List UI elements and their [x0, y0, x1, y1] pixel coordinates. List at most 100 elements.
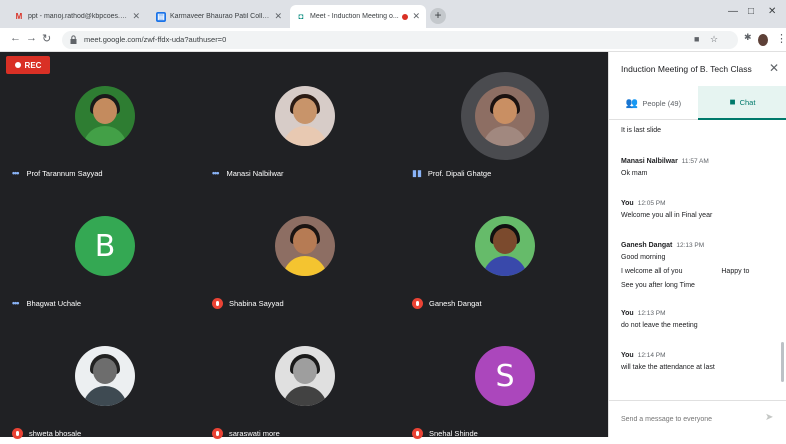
participant-name-row: Shabina Sayyad — [212, 298, 284, 309]
participant-tile[interactable]: ••• Prof Tarannum Sayyad — [4, 56, 206, 184]
recording-indicator-icon — [402, 13, 409, 20]
chat-message-text: will take the attendance at last — [621, 364, 715, 371]
tab-chat[interactable]: ■ Chat — [698, 86, 786, 120]
menu-icon[interactable]: ⋮ — [776, 32, 786, 45]
participant-name-row: shweta bhosale — [12, 428, 81, 439]
participant-avatar — [275, 346, 335, 406]
participant-tile[interactable]: B ••• Bhagwat Uchale — [4, 186, 206, 314]
participant-name-row: Ganesh Dangat — [412, 298, 482, 309]
tab-label: Meet - Induction Meeting o... — [310, 13, 399, 20]
chat-message: Ganesh Dangat 12:13 PM Good morning I welco… — [621, 242, 771, 291]
chat-sender: Ganesh Dangat — [621, 242, 673, 249]
participant-name: Ganesh Dangat — [429, 299, 482, 308]
avatar-body — [483, 126, 527, 146]
tab-gmail[interactable]: M ppt - manoj.rathod@kbpcoes.e... ✕ — [8, 5, 146, 28]
chat-message-text: do not leave the meeting — [621, 322, 698, 329]
participant-name: Prof Tarannum Sayyad — [26, 168, 103, 178]
avatar-body — [83, 126, 127, 146]
tab-college[interactable]: ▤ Karmaveer Bhaurao Patil College... ✕ — [150, 5, 288, 28]
participant-avatar — [75, 86, 135, 146]
chat-message-header: You 12:14 PM — [621, 352, 771, 359]
chat-message: It is last slide — [621, 126, 771, 136]
close-tab-icon[interactable]: ✕ — [274, 11, 282, 22]
meeting-title: Induction Meeting of B. Tech Class — [621, 64, 752, 74]
avatar-face — [493, 228, 517, 254]
address-bar[interactable]: meet.google.com/zwf-ffdx-uda?authuser=0 … — [62, 31, 738, 49]
participant-tile[interactable]: shweta bhosale — [4, 316, 206, 444]
participant-avatar — [275, 216, 335, 276]
camera-icon[interactable]: ■ — [694, 34, 699, 44]
chat-message-text: It is last slide — [621, 127, 662, 134]
close-tab-icon[interactable]: ✕ — [132, 11, 140, 22]
chat-message-header: You 12:13 PM — [621, 310, 771, 317]
people-tab-label: People (49) — [642, 98, 682, 108]
participant-tile[interactable]: Ganesh Dangat — [404, 186, 606, 314]
mic-off-icon — [412, 298, 423, 309]
participant-name-row: ••• Manasi Nalbilwar — [212, 168, 284, 178]
tab-label: ppt - manoj.rathod@kbpcoes.e... — [28, 13, 129, 20]
bookmark-star-icon[interactable]: ☆ — [710, 34, 718, 45]
participant-name: Prof. Dipali Ghatge — [427, 169, 492, 178]
url-text: meet.google.com/zwf-ffdx-uda?authuser=0 — [84, 35, 227, 44]
chat-tab-label: Chat — [739, 97, 756, 107]
chat-icon: ■ — [729, 96, 736, 108]
chat-message-text: I welcome all of you Happy to — [621, 268, 750, 275]
chat-message-header: You 12:05 PM — [621, 200, 771, 207]
participant-name-row: Snehal Shinde — [412, 428, 478, 439]
participant-tile[interactable]: ••• Manasi Nalbilwar — [204, 56, 406, 184]
audio-level-icon: ••• — [212, 168, 220, 178]
avatar-body — [283, 126, 327, 146]
college-site-icon: ▤ — [156, 11, 166, 22]
participant-name: Shabina Sayyad — [229, 299, 284, 308]
meeting-details-panel: Induction Meeting of B. Tech Class ✕ 👥 P… — [608, 52, 786, 437]
close-window-button[interactable]: ✕ — [768, 6, 776, 17]
close-panel-button[interactable]: ✕ — [769, 61, 779, 75]
extensions-icon[interactable]: ✱ — [744, 32, 752, 43]
avatar-face — [293, 358, 317, 384]
forward-icon[interactable]: → — [26, 32, 37, 44]
chat-timestamp: 12:14 PM — [637, 352, 666, 359]
profile-avatar[interactable] — [758, 34, 768, 46]
participant-tile[interactable]: Shabina Sayyad — [204, 186, 406, 314]
participant-avatar — [275, 86, 335, 146]
chat-compose-bar: ➤ — [609, 400, 786, 437]
avatar-body — [283, 256, 327, 276]
mic-off-icon — [212, 428, 223, 439]
avatar-face — [293, 228, 317, 254]
tab-meet[interactable]: ◘ Meet - Induction Meeting o... ✕ — [290, 5, 426, 28]
chat-message-header: Ganesh Dangat 12:13 PM — [621, 242, 771, 249]
chat-message-header: Manasi Nalbilwar 11:57 AM — [621, 158, 771, 165]
participant-name-row: ▮▮ Prof. Dipali Ghatge — [412, 168, 491, 179]
maximize-button[interactable]: □ — [748, 6, 754, 17]
browser-tab-bar: M ppt - manoj.rathod@kbpcoes.e... ✕ ▤ Ka… — [0, 0, 786, 28]
chat-sender: Manasi Nalbilwar — [621, 158, 678, 165]
participant-avatar — [75, 346, 135, 406]
avatar-face — [493, 98, 517, 124]
chat-message-text: Welcome you all in Final year — [621, 212, 713, 219]
participant-tile[interactable]: ▮▮ Prof. Dipali Ghatge — [404, 56, 606, 184]
chat-message-text: Good morning — [621, 254, 666, 261]
avatar-face — [293, 98, 317, 124]
participant-tile[interactable]: saraswati more — [204, 316, 406, 444]
reload-icon[interactable]: ↻ — [42, 32, 51, 45]
chat-message-input[interactable] — [621, 410, 761, 428]
meet-icon: ◘ — [298, 12, 304, 21]
lock-icon — [70, 35, 77, 44]
chat-timestamp: 12:13 PM — [637, 310, 666, 317]
chat-timestamp: 12:05 PM — [637, 200, 666, 207]
participant-tile[interactable]: S Snehal Shinde — [404, 316, 606, 444]
close-tab-icon[interactable]: ✕ — [412, 11, 420, 22]
audio-level-icon: ••• — [12, 168, 20, 178]
send-icon[interactable]: ➤ — [765, 412, 773, 423]
new-tab-button[interactable]: + — [430, 8, 446, 24]
chat-scrollbar[interactable] — [781, 342, 784, 382]
minimize-button[interactable]: — — [728, 6, 738, 17]
chat-sender: You — [621, 310, 634, 317]
tab-label: Karmaveer Bhaurao Patil College... — [170, 13, 271, 20]
tab-people[interactable]: 👥 People (49) — [609, 86, 698, 120]
browser-toolbar: ← → ↻ meet.google.com/zwf-ffdx-uda?authu… — [0, 28, 786, 52]
participant-avatar — [475, 86, 535, 146]
back-icon[interactable]: ← — [10, 32, 21, 44]
participant-avatar — [475, 216, 535, 276]
avatar-body — [483, 256, 527, 276]
